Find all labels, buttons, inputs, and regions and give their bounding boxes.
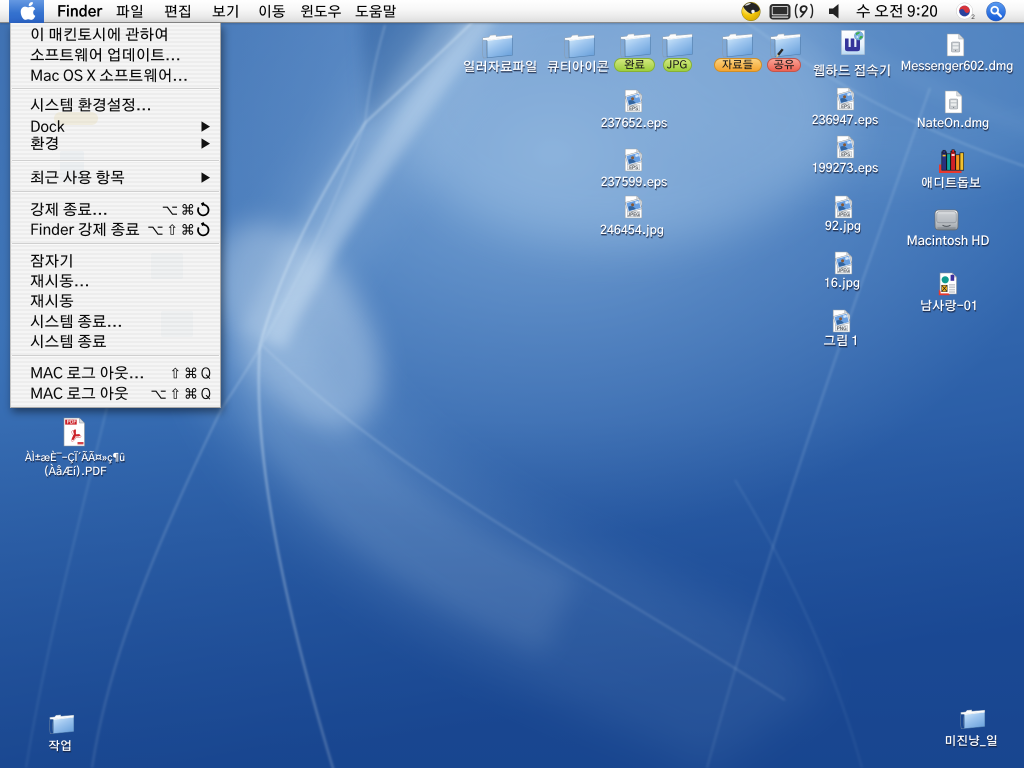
svg-text:2: 2 bbox=[971, 14, 975, 21]
